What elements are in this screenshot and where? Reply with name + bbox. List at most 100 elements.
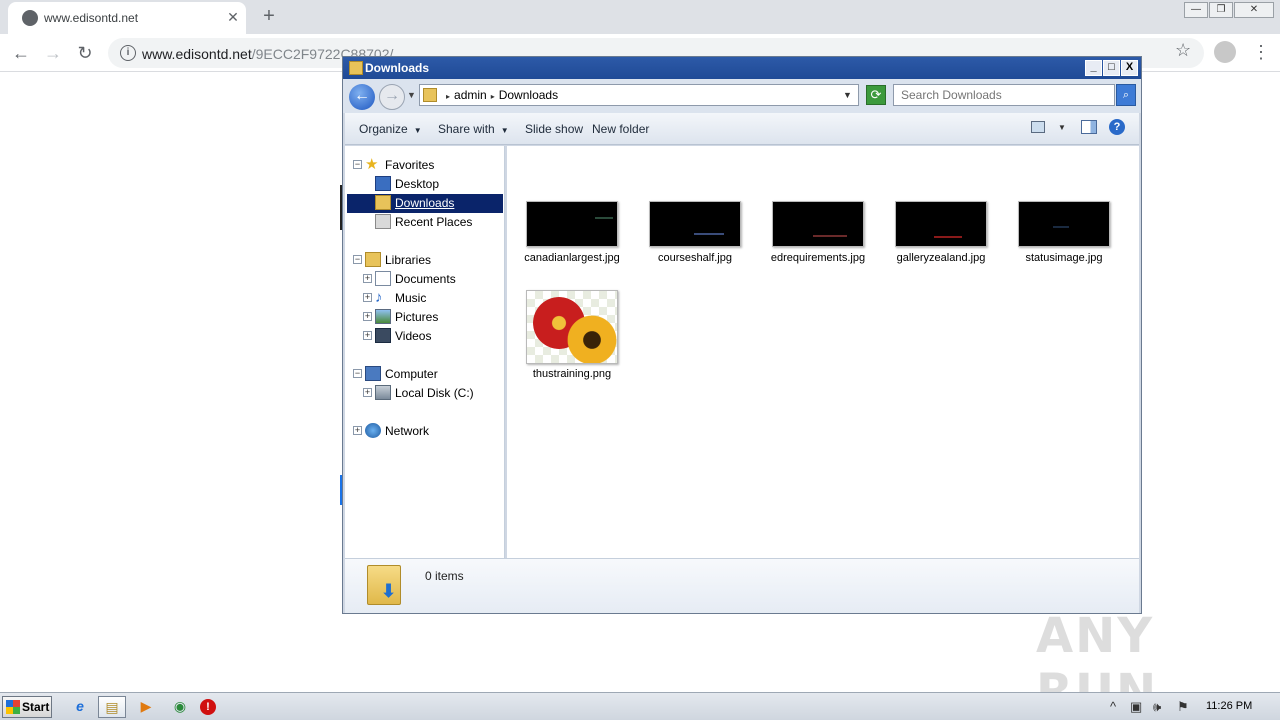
desktop-icon <box>375 176 391 191</box>
maximize-button[interactable]: □ <box>1103 60 1120 76</box>
refresh-icon[interactable]: ⟳ <box>866 85 886 105</box>
film-icon <box>375 328 391 343</box>
back-arrow-icon[interactable]: ← <box>10 42 32 64</box>
profile-avatar-icon[interactable] <box>1214 41 1236 63</box>
nav-label: Local Disk (C:) <box>395 386 474 400</box>
details-pane: ⬇ 0 items <box>345 558 1139 613</box>
nav-item-music[interactable]: + ♪ Music <box>345 289 503 308</box>
window-minimize-button[interactable]: — <box>1184 2 1208 18</box>
kebab-menu-icon[interactable]: ⋮ <box>1252 41 1270 63</box>
collapse-icon[interactable]: − <box>353 160 362 169</box>
change-view-icon[interactable] <box>1031 121 1045 133</box>
nav-item-documents[interactable]: + Documents <box>345 270 503 289</box>
forward-arrow-icon[interactable]: → <box>42 42 64 64</box>
file-item[interactable]: thustraining.png <box>517 290 627 380</box>
search-icon[interactable]: ⌕ <box>1116 84 1136 106</box>
globe-icon <box>22 10 38 26</box>
libraries-icon <box>365 252 381 267</box>
file-item[interactable]: courseshalf.jpg <box>640 201 750 291</box>
nav-label: Videos <box>395 329 432 343</box>
nav-item-pictures[interactable]: + Pictures <box>345 308 503 327</box>
organize-label: Organize <box>359 122 408 136</box>
nav-item-recent-places[interactable]: Recent Places <box>345 213 503 232</box>
nav-item-desktop[interactable]: Desktop <box>345 175 503 194</box>
expand-icon[interactable]: + <box>363 388 372 397</box>
file-item[interactable]: galleryzealand.jpg <box>886 201 996 291</box>
explorer-address-box[interactable]: ▸ admin ▸ Downloads ▼ <box>419 84 859 106</box>
nav-item-downloads[interactable]: Downloads <box>347 194 503 213</box>
tab-close-icon[interactable]: ✕ <box>224 8 242 26</box>
breadcrumb-downloads[interactable]: Downloads <box>499 88 558 102</box>
thumbnail-text-mark <box>1053 226 1069 228</box>
nav-item-videos[interactable]: + Videos <box>345 327 503 346</box>
pictures-icon <box>375 309 391 324</box>
search-input[interactable] <box>893 84 1115 106</box>
window-title: Downloads <box>365 61 430 75</box>
file-item[interactable]: statusimage.jpg <box>1009 201 1119 291</box>
network-tray-icon[interactable]: ▣ <box>1130 699 1142 715</box>
window-restore-button[interactable]: ❐ <box>1209 2 1233 18</box>
chrome-icon[interactable]: ◉ <box>166 696 194 718</box>
views-chevron-down-icon[interactable]: ▼ <box>1058 123 1066 132</box>
folder-icon <box>349 61 363 75</box>
downloads-folder-icon <box>423 88 437 102</box>
media-player-icon[interactable]: ▶ <box>132 696 160 718</box>
expand-icon[interactable]: + <box>363 293 372 302</box>
start-button[interactable]: Start <box>2 696 52 718</box>
windows-logo-icon <box>6 700 20 714</box>
tray-chevron-icon[interactable]: ^ <box>1110 699 1116 714</box>
nav-item-computer[interactable]: − Computer <box>345 365 503 384</box>
image-thumbnail <box>772 201 864 247</box>
preview-pane-icon[interactable] <box>1081 120 1097 134</box>
browser-tab[interactable]: www.edisontd.net ✕ <box>8 2 246 34</box>
explorer-address-row: ← → ▼ ▸admin▸Downloads ▼ ⟳ ⌕ <box>343 79 1141 113</box>
minimize-button[interactable]: _ <box>1085 60 1102 76</box>
file-item[interactable]: canadianlargest.jpg <box>517 201 627 291</box>
bookmark-star-icon[interactable]: ☆ <box>1175 40 1191 61</box>
nav-item-network[interactable]: + Network <box>345 422 503 441</box>
new-tab-button[interactable]: + <box>258 6 280 28</box>
share-with-button[interactable]: Share with ▼ <box>438 122 509 136</box>
forward-button[interactable]: → <box>379 84 405 110</box>
computer-icon <box>365 366 381 381</box>
expand-icon[interactable]: + <box>363 331 372 340</box>
chevron-down-icon: ▼ <box>413 126 422 135</box>
clock[interactable]: 11:26 PM <box>1206 700 1252 712</box>
file-name: thustraining.png <box>532 368 612 380</box>
expand-icon[interactable]: + <box>353 426 362 435</box>
action-center-flag-icon[interactable]: ⚑ <box>1177 699 1189 715</box>
expand-icon[interactable]: + <box>363 312 372 321</box>
address-history-chevron-down-icon[interactable]: ▼ <box>843 90 852 100</box>
organize-button[interactable]: Organize ▼ <box>359 122 422 136</box>
window-close-button[interactable]: ✕ <box>1234 2 1274 18</box>
nav-label: Documents <box>395 272 456 286</box>
flower-image-thumbnail <box>526 290 618 364</box>
nav-item-libraries[interactable]: − Libraries <box>345 251 503 270</box>
breadcrumb-admin[interactable]: admin <box>454 88 487 102</box>
reload-icon[interactable]: ↻ <box>74 42 96 64</box>
file-name: galleryzealand.jpg <box>896 252 986 264</box>
internet-explorer-icon[interactable]: e <box>66 696 94 718</box>
thumbnail-text-mark <box>694 233 724 235</box>
expand-icon[interactable]: + <box>363 274 372 283</box>
stop-sign-icon[interactable]: ! <box>200 699 216 715</box>
file-item[interactable]: edrequirements.jpg <box>763 201 873 291</box>
slide-show-button[interactable]: Slide show <box>525 122 583 136</box>
windows-explorer-icon[interactable]: ▤ <box>98 696 126 718</box>
nav-label: Downloads <box>395 196 455 210</box>
close-button[interactable]: X <box>1121 60 1138 76</box>
recent-pages-chevron-down-icon[interactable]: ▼ <box>407 90 416 100</box>
nav-item-local-disk[interactable]: + Local Disk (C:) <box>345 384 503 403</box>
help-icon[interactable]: ? <box>1109 119 1125 135</box>
volume-icon[interactable]: 🕪 <box>1153 699 1161 715</box>
collapse-icon[interactable]: − <box>353 255 362 264</box>
explorer-titlebar[interactable]: Downloads _ □ X <box>343 57 1141 79</box>
downloads-folder-icon <box>375 195 391 210</box>
file-list-pane: canadianlargest.jpg courseshalf.jpg edre… <box>507 146 1139 558</box>
collapse-icon[interactable]: − <box>353 369 362 378</box>
nav-item-favorites[interactable]: − ★ Favorites <box>345 156 503 175</box>
back-button[interactable]: ← <box>349 84 375 110</box>
info-icon[interactable]: i <box>120 45 136 61</box>
documents-icon <box>375 271 391 286</box>
new-folder-button[interactable]: New folder <box>592 122 649 136</box>
